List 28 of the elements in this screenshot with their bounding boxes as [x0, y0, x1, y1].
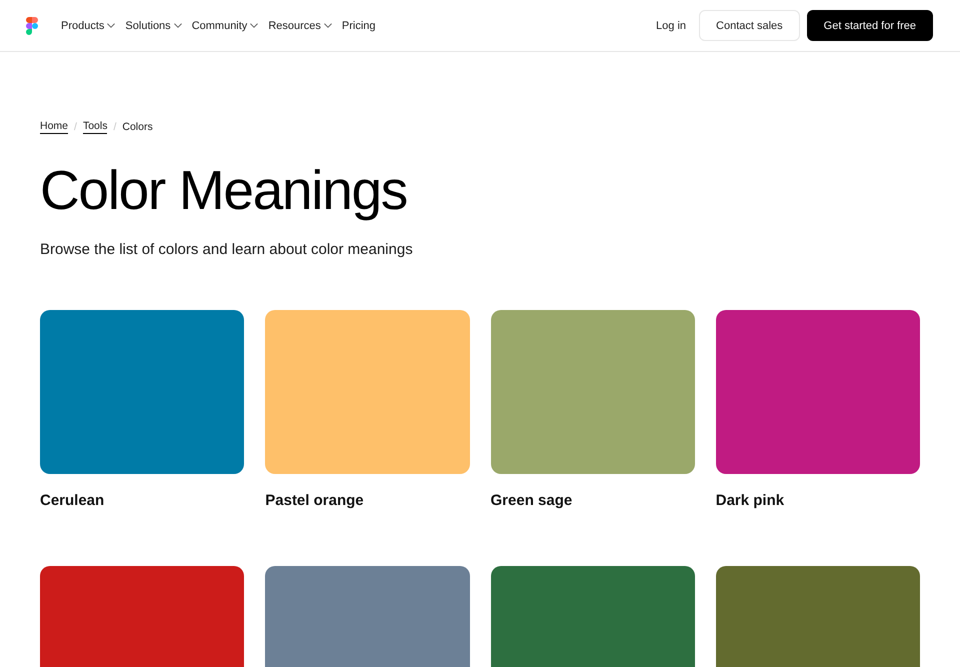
breadcrumb-link[interactable]: Colors [122, 120, 153, 134]
color-name[interactable]: Pastel orange [265, 491, 470, 511]
breadcrumb-separator: / [74, 120, 77, 134]
nav-link[interactable]: Products [61, 20, 116, 32]
breadcrumb-link[interactable]: Tools [82, 119, 108, 134]
color-swatch[interactable] [40, 310, 244, 474]
nav-link[interactable]: Solutions [125, 20, 182, 32]
get-started-button[interactable]: Get started for free [806, 10, 933, 41]
chevron-down-icon [324, 23, 332, 28]
contact-sales-button[interactable]: Contact sales [699, 10, 800, 41]
chevron-down-icon [174, 23, 182, 28]
breadcrumb-separator: / [113, 120, 116, 134]
chevron-down-icon [107, 23, 116, 28]
nav-link[interactable]: Pricing [342, 20, 376, 32]
breadcrumb-link[interactable]: Home [40, 119, 68, 134]
chevron-down-icon [250, 23, 258, 28]
page-title: Color Meanings [40, 159, 408, 221]
color-name[interactable]: Green sage [490, 491, 695, 511]
logo-icon[interactable] [26, 16, 38, 34]
color-name[interactable]: Dark pink [716, 491, 920, 511]
color-swatch[interactable] [265, 310, 470, 474]
page-subtitle: Browse the list of colors and learn about color meanings [40, 240, 414, 260]
color-swatch[interactable] [716, 310, 920, 474]
login-link[interactable]: Log in [656, 20, 686, 32]
color-swatch[interactable] [490, 310, 695, 474]
nav-link[interactable]: Community [192, 20, 258, 32]
nav-link[interactable]: Resources [268, 20, 332, 32]
color-name[interactable]: Cerulean [40, 491, 244, 511]
